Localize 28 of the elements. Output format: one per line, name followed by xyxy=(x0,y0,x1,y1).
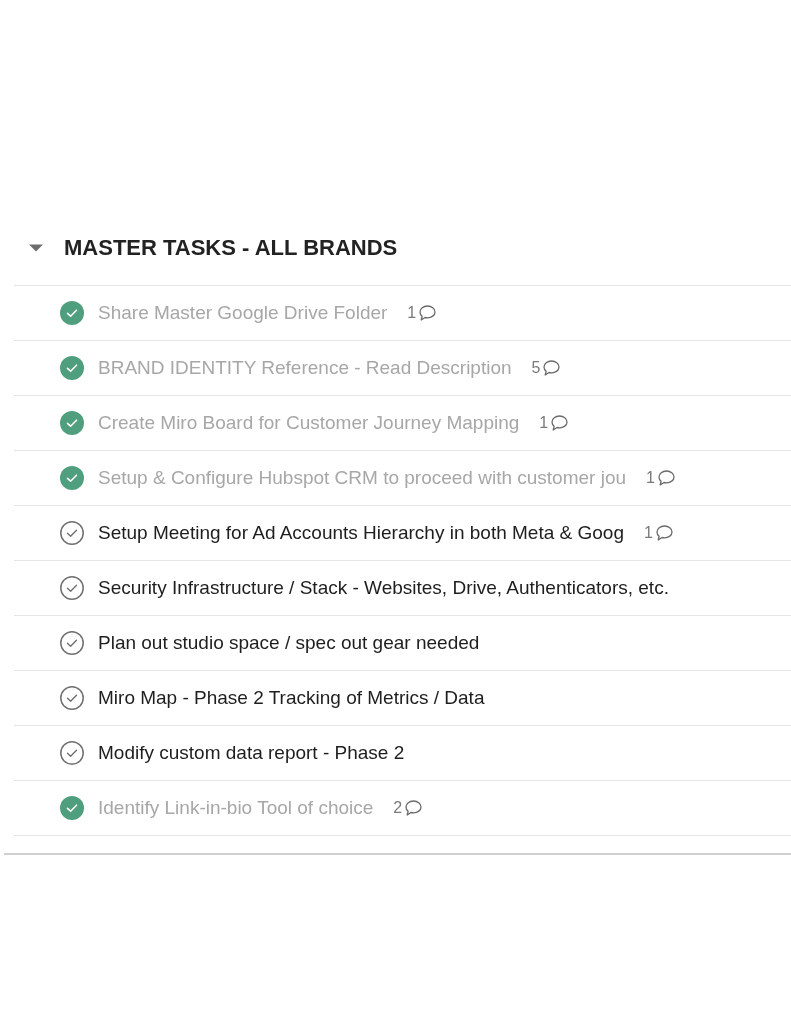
task-title[interactable]: Security Infrastructure / Stack - Websites, Drive, Authenticators, etc. xyxy=(98,577,669,599)
check-circle-icon[interactable] xyxy=(60,521,84,545)
task-title[interactable]: Modify custom data report - Phase 2 xyxy=(98,742,405,764)
check-circle-icon[interactable] xyxy=(60,686,84,710)
comment-icon xyxy=(543,360,561,376)
check-circle-icon[interactable] xyxy=(60,741,84,765)
task-title[interactable]: Plan out studio space / spec out gear needed xyxy=(98,632,480,654)
check-circle-icon[interactable] xyxy=(60,356,84,380)
comment-count: 1 xyxy=(646,469,655,487)
comment-icon xyxy=(655,525,673,541)
check-circle-icon[interactable] xyxy=(60,631,84,655)
task-title[interactable]: Setup Meeting for Ad Accounts Hierarchy in both Meta & Goog xyxy=(98,522,624,544)
comment-count: 1 xyxy=(643,524,653,542)
section-title: MASTER TASKS - ALL BRANDS xyxy=(64,235,398,261)
comment-count: 2 xyxy=(393,799,403,817)
check-circle-icon[interactable] xyxy=(60,466,84,490)
check-circle-icon[interactable] xyxy=(60,411,84,435)
comment-icon xyxy=(405,800,423,816)
comment-count: 1 xyxy=(407,304,417,322)
check-circle-icon[interactable] xyxy=(60,301,84,325)
comment-icon xyxy=(551,415,569,431)
check-circle-icon[interactable] xyxy=(60,576,84,600)
comment-count: 5 xyxy=(531,359,541,377)
comment-icon xyxy=(657,470,675,486)
comment-count: 1 xyxy=(539,414,549,432)
task-title[interactable]: Miro Map - Phase 2 Tracking of Metrics / Data xyxy=(98,687,485,709)
comment-icon xyxy=(419,305,437,321)
check-circle-icon[interactable] xyxy=(60,796,84,820)
